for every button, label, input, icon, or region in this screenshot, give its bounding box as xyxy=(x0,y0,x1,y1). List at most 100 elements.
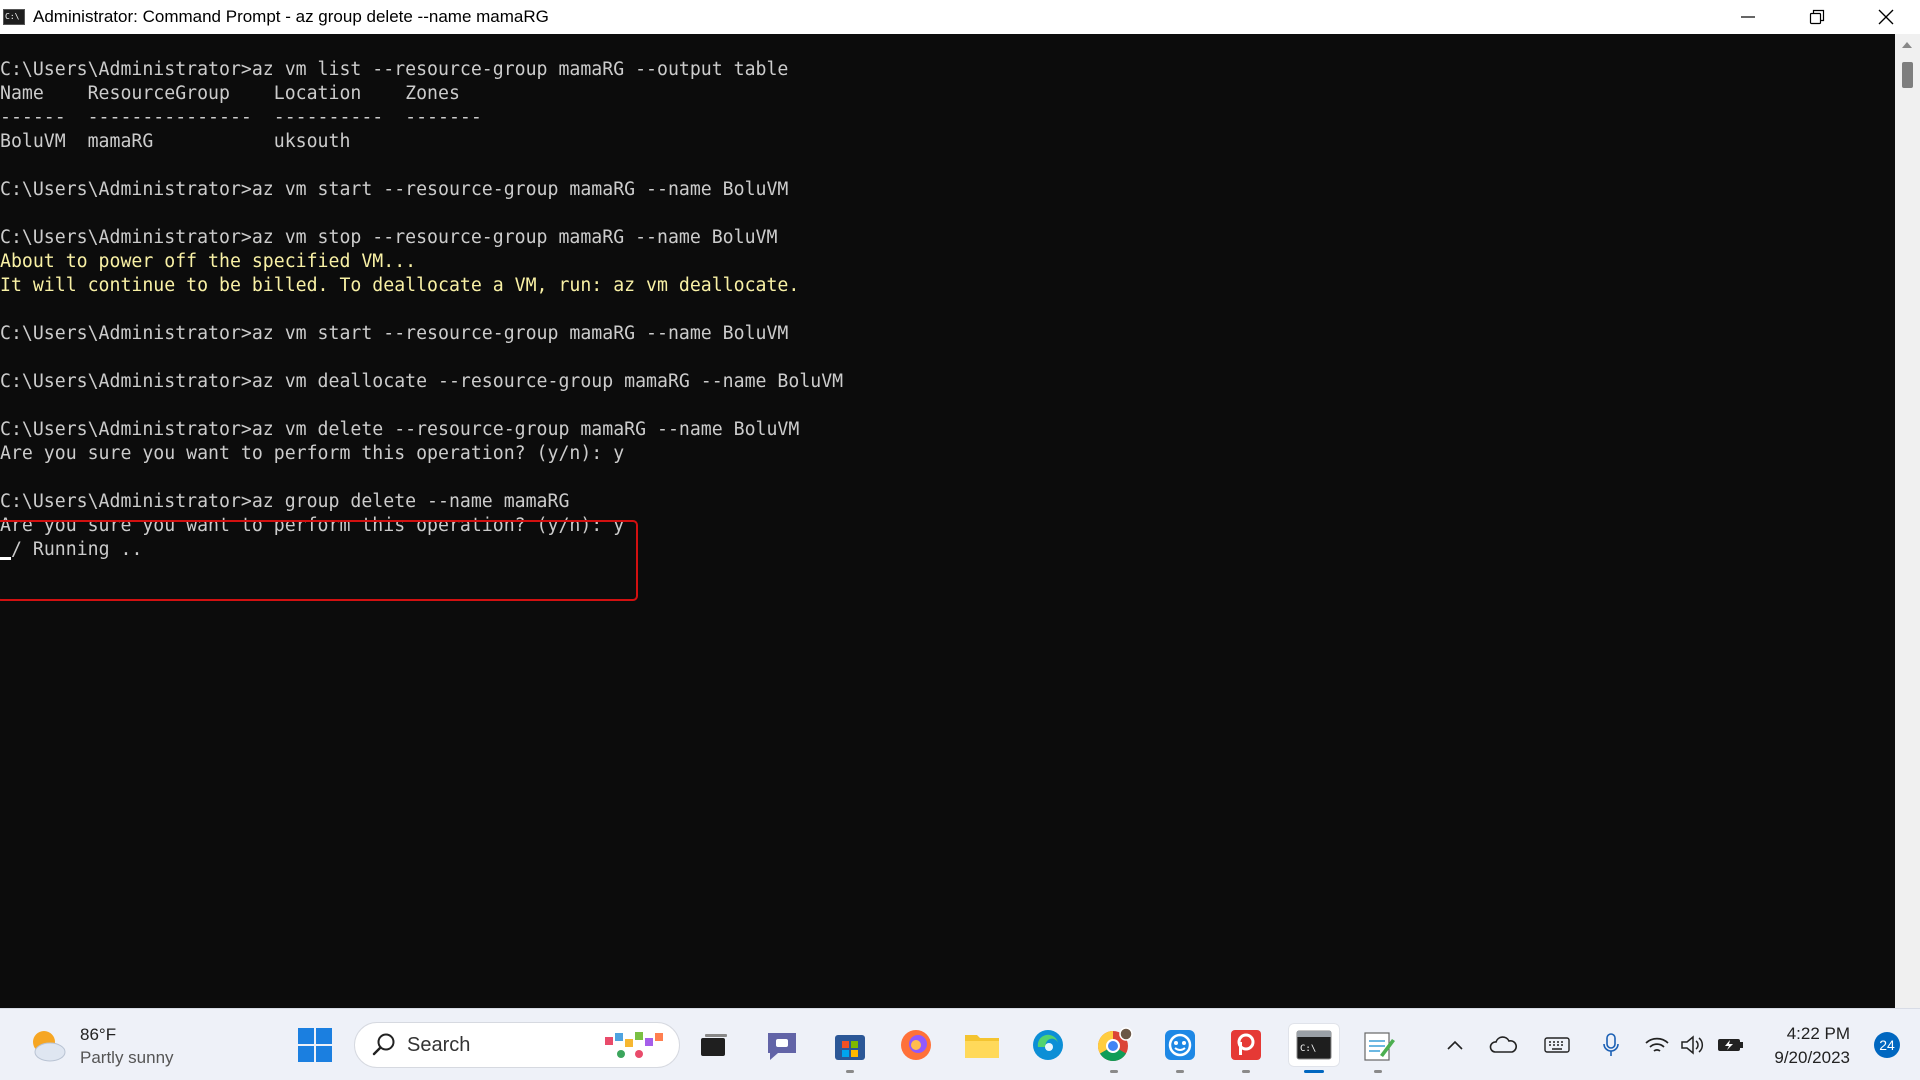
console-line-text: It will continue to be billed. To deallo… xyxy=(0,275,800,296)
vertical-scrollbar[interactable] xyxy=(1895,34,1920,1008)
weather-temperature: 86°F xyxy=(80,1025,117,1044)
touch-keyboard-tray[interactable] xyxy=(1540,1023,1574,1067)
console-line: C:\Users\Administrator>az vm stop --reso… xyxy=(0,226,843,250)
console-line-text: C:\Users\Administrator>az vm list --reso… xyxy=(0,59,789,80)
console-line: BoluVM mamaRG uksouth xyxy=(0,130,843,154)
taskbar-search-box[interactable]: Search xyxy=(354,1022,680,1068)
active-window-indicator xyxy=(1304,1070,1324,1073)
screen-recorder-button[interactable] xyxy=(1224,1023,1268,1073)
window-controls xyxy=(1713,0,1920,34)
chrome-icon xyxy=(1097,1027,1133,1062)
running-indicator xyxy=(1176,1070,1184,1073)
record-icon xyxy=(1231,1030,1261,1060)
edge-button[interactable] xyxy=(1026,1023,1070,1067)
battery-tray[interactable] xyxy=(1714,1023,1748,1067)
show-hidden-icons-button[interactable] xyxy=(1440,1023,1470,1067)
task-view-button[interactable] xyxy=(692,1023,736,1067)
robot-face-icon xyxy=(1165,1030,1195,1060)
console-line-text: Are you sure you want to perform this op… xyxy=(0,443,625,464)
console-line-text: ------ --------------- ---------- ------… xyxy=(0,107,482,128)
battery-charging-icon xyxy=(1718,1039,1743,1051)
search-label: Search xyxy=(407,1033,471,1056)
command-prompt-taskbar-button[interactable]: C:\ xyxy=(1288,1023,1340,1073)
volume-tray[interactable] xyxy=(1676,1023,1710,1067)
highlight-box xyxy=(0,520,638,601)
close-icon xyxy=(1878,9,1893,25)
terminal-icon: C:\ xyxy=(1296,1030,1332,1060)
restore-icon xyxy=(1809,9,1824,25)
firefox-button[interactable] xyxy=(894,1023,938,1067)
store-icon xyxy=(835,1035,865,1060)
console-line-text: About to power off the specified VM... xyxy=(0,251,417,272)
scroll-up-arrow-icon[interactable] xyxy=(1902,42,1912,48)
close-button[interactable] xyxy=(1851,0,1920,34)
console-line: C:\Users\Administrator>az vm deallocate … xyxy=(0,370,843,394)
console-line: C:\Users\Administrator>az vm list --reso… xyxy=(0,58,843,82)
onedrive-tray[interactable] xyxy=(1486,1023,1520,1067)
weather-condition: Partly sunny xyxy=(80,1048,174,1067)
console-output-area[interactable]: C:\Users\Administrator>az vm list --reso… xyxy=(0,34,1895,1008)
wifi-tray[interactable] xyxy=(1640,1023,1674,1067)
minimize-button[interactable] xyxy=(1713,0,1782,34)
file-explorer-button[interactable] xyxy=(960,1023,1004,1067)
running-indicator xyxy=(846,1070,854,1073)
app-button[interactable] xyxy=(1158,1023,1202,1073)
folder-icon xyxy=(965,1035,999,1058)
console-line-text: C:\Users\Administrator>az vm start --res… xyxy=(0,323,789,344)
console-lines: C:\Users\Administrator>az vm list --reso… xyxy=(0,58,843,562)
keyboard-icon xyxy=(1544,1037,1570,1053)
console-line-text: C:\Users\Administrator>az vm stop --reso… xyxy=(0,227,778,248)
console-line: C:\Users\Administrator>az group delete -… xyxy=(0,490,843,514)
console-line: C:\Users\Administrator>az vm delete --re… xyxy=(0,418,843,442)
microphone-tray[interactable] xyxy=(1594,1023,1628,1067)
console-line: Name ResourceGroup Location Zones xyxy=(0,82,843,106)
clock-time: 4:22 PM xyxy=(1786,1024,1850,1043)
console-line-text: C:\Users\Administrator>az vm delete --re… xyxy=(0,419,800,440)
console-line: About to power off the specified VM... xyxy=(0,250,843,274)
running-indicator xyxy=(1374,1070,1382,1073)
start-button[interactable] xyxy=(293,1023,337,1067)
chat-icon xyxy=(768,1033,796,1060)
restore-button[interactable] xyxy=(1782,0,1851,34)
console-line-text: C:\Users\Administrator>az vm deallocate … xyxy=(0,371,844,392)
console-line: ------ --------------- ---------- ------… xyxy=(0,106,843,130)
search-highlight-icon xyxy=(605,1032,663,1058)
task-view-icon xyxy=(701,1034,727,1056)
console-line: C:\Users\Administrator>az vm start --res… xyxy=(0,322,843,346)
console-line: It will continue to be billed. To deallo… xyxy=(0,274,843,298)
svg-text:C:\: C:\ xyxy=(1300,1044,1316,1054)
firefox-icon xyxy=(901,1030,931,1060)
console-line: C:\Users\Administrator>az vm start --res… xyxy=(0,178,843,202)
edge-icon xyxy=(1033,1030,1063,1060)
command-prompt-app-icon[interactable] xyxy=(3,9,25,25)
notification-badge[interactable]: 24 xyxy=(1874,1032,1900,1058)
teams-chat-button[interactable] xyxy=(760,1023,804,1067)
partly-sunny-icon xyxy=(28,1026,68,1066)
taskbar-clock[interactable]: 4:22 PM 9/20/2023 xyxy=(1774,1022,1850,1070)
window-title: Administrator: Command Prompt - az group… xyxy=(33,7,549,26)
console-line: Are you sure you want to perform this op… xyxy=(0,442,843,466)
chrome-button[interactable] xyxy=(1092,1023,1136,1073)
weather-widget[interactable]: 86°F Partly sunny xyxy=(28,1023,174,1069)
scrollbar-thumb[interactable] xyxy=(1902,62,1913,88)
console-line-text: C:\Users\Administrator>az vm start --res… xyxy=(0,179,789,200)
console-line-text: C:\Users\Administrator>az group delete -… xyxy=(0,491,570,512)
title-bar[interactable]: Administrator: Command Prompt - az group… xyxy=(0,0,1920,34)
microphone-icon xyxy=(1603,1033,1619,1056)
speaker-icon xyxy=(1681,1035,1704,1055)
windows-logo-icon xyxy=(298,1028,332,1062)
running-indicator xyxy=(1110,1070,1118,1073)
notepad-icon xyxy=(1364,1032,1395,1061)
microsoft-store-button[interactable] xyxy=(828,1023,872,1073)
clock-date: 9/20/2023 xyxy=(1774,1048,1850,1067)
minimize-icon xyxy=(1740,16,1755,18)
running-indicator xyxy=(1242,1070,1250,1073)
notepad-button[interactable] xyxy=(1356,1023,1400,1073)
console-line-text: Name ResourceGroup Location Zones xyxy=(0,83,460,104)
wifi-icon xyxy=(1645,1037,1669,1052)
